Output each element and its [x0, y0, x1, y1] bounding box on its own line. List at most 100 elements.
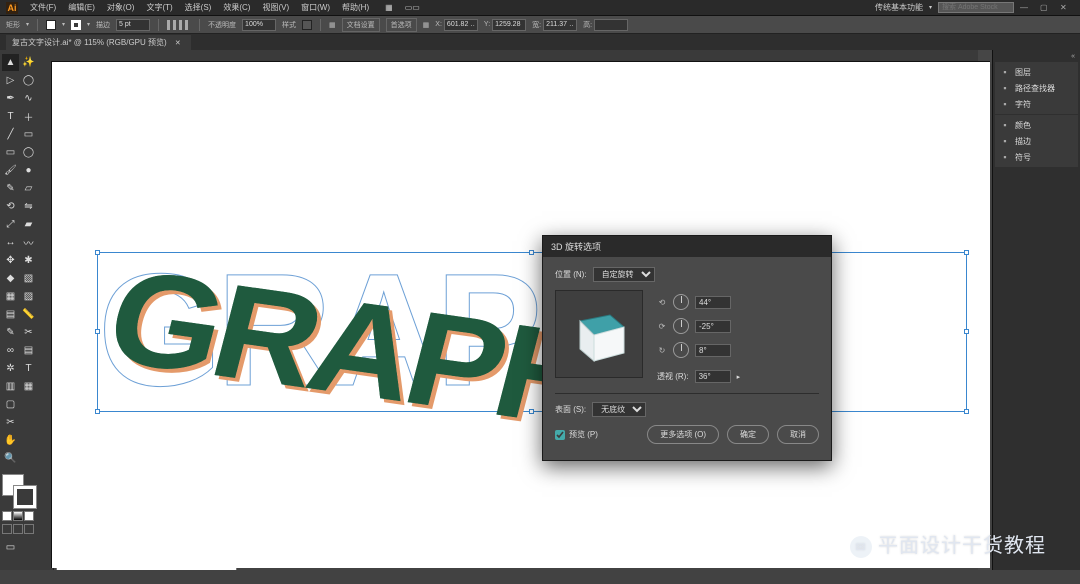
x-axis-dial[interactable]	[673, 294, 689, 310]
draw-normal-icon[interactable]	[2, 524, 12, 534]
preferences-button[interactable]: 首选项	[386, 18, 417, 32]
transform-ref-icon[interactable]: ▦	[423, 21, 430, 29]
collapse-dock-icon[interactable]: «	[995, 52, 1078, 61]
tool-rotate[interactable]: ⟲	[2, 198, 19, 215]
preview-checkbox[interactable]: 预览 (P)	[555, 429, 598, 440]
menu-edit[interactable]: 编辑(E)	[68, 2, 95, 13]
tool-add-anchor[interactable]: ＋	[20, 108, 37, 125]
tool-magic-wand[interactable]: ✨	[20, 54, 37, 71]
stepper-icon[interactable]: ▸	[737, 373, 741, 381]
menu-effect[interactable]: 效果(C)	[223, 2, 250, 13]
tool-perspective[interactable]: ▧	[20, 270, 37, 287]
stroke-weight-input[interactable]	[116, 19, 150, 31]
tool-warp[interactable]: 〰	[20, 234, 37, 251]
panel-char[interactable]: ▪字符	[997, 96, 1076, 112]
tool-width[interactable]: ↔	[2, 234, 19, 251]
menu-file[interactable]: 文件(F)	[30, 2, 56, 13]
menu-help[interactable]: 帮助(H)	[342, 2, 369, 13]
tool-free-transform[interactable]: ✥	[2, 252, 19, 269]
tool-symbol-sprayer[interactable]: ✲	[2, 360, 19, 377]
tool-mesh[interactable]: ▦	[2, 288, 19, 305]
tool-measure[interactable]: 📏	[20, 306, 37, 323]
tool-rectangle[interactable]: ▭	[2, 144, 19, 161]
opacity-input[interactable]	[242, 19, 276, 31]
chevron-down-icon[interactable]: ▾	[26, 21, 29, 28]
tool-type[interactable]: T	[2, 108, 19, 125]
stroke-color-swatch[interactable]	[14, 486, 36, 508]
menu-type[interactable]: 文字(T)	[146, 2, 172, 13]
tool-blob-brush[interactable]: ●	[20, 162, 37, 179]
h-input[interactable]	[594, 19, 628, 31]
menu-bridge-icon[interactable]: ▦	[385, 3, 393, 12]
panel-color[interactable]: ▪颜色	[997, 117, 1076, 133]
tool-hand[interactable]: ✋	[2, 432, 19, 449]
tool-eraser[interactable]: ▱	[20, 180, 37, 197]
tool-pencil[interactable]: ✎	[2, 180, 19, 197]
draw-behind-icon[interactable]	[13, 524, 23, 534]
panel-stroke[interactable]: ▪描边	[997, 133, 1076, 149]
align-icon[interactable]: ▦	[329, 21, 336, 29]
perspective-input[interactable]	[695, 370, 731, 383]
window-maximize-icon[interactable]: ▢	[1040, 3, 1054, 13]
menu-select[interactable]: 选择(S)	[185, 2, 212, 13]
position-select[interactable]: 自定旋转	[593, 267, 655, 282]
tool-print-tiling[interactable]: ▦	[20, 378, 37, 395]
window-minimize-icon[interactable]: —	[1020, 3, 1034, 13]
tool-puppet[interactable]: ✱	[20, 252, 37, 269]
color-fill-mode[interactable]	[2, 511, 12, 521]
search-input[interactable]	[938, 2, 1014, 13]
tool-artboard[interactable]: ▢	[2, 396, 19, 413]
stroke-profile[interactable]	[167, 20, 191, 30]
w-input[interactable]	[543, 19, 577, 31]
tool-live-paint[interactable]: ▨	[20, 288, 37, 305]
dialog-title-bar[interactable]: 3D 旋转选项	[543, 236, 831, 257]
more-options-button[interactable]: 更多选项 (O)	[647, 425, 719, 444]
workspace-switcher[interactable]: 传统基本功能	[875, 2, 923, 13]
panel-symbol[interactable]: ▪符号	[997, 149, 1076, 165]
tool-area-type[interactable]: ▤	[20, 342, 37, 359]
tool-touch-type[interactable]: T	[20, 360, 37, 377]
none-fill-mode[interactable]	[24, 511, 34, 521]
tool-scale[interactable]: ⤢	[2, 216, 19, 233]
menu-window[interactable]: 窗口(W)	[301, 2, 330, 13]
panel-path[interactable]: ▪路径查找器	[997, 80, 1076, 96]
tool-slice[interactable]: ✂	[2, 414, 19, 431]
tool-shear[interactable]: ▰	[20, 216, 37, 233]
ok-button[interactable]: 确定	[727, 425, 769, 444]
window-close-icon[interactable]: ✕	[1060, 3, 1074, 13]
menu-arrange-icon[interactable]: ▭▭	[405, 3, 420, 12]
z-axis-input[interactable]	[695, 344, 731, 357]
screen-mode-button[interactable]: ▭	[2, 539, 19, 556]
y-axis-input[interactable]	[695, 320, 731, 333]
tool-selection[interactable]: ▲	[2, 54, 19, 71]
tool-line[interactable]: ╱	[2, 126, 19, 143]
cancel-button[interactable]: 取消	[777, 425, 819, 444]
tool-blend[interactable]: ∞	[2, 342, 19, 359]
tool-paintbrush[interactable]: 🖌	[2, 162, 19, 179]
y-input[interactable]	[492, 19, 526, 31]
tool-direct-selection[interactable]: ▷	[2, 72, 19, 89]
stroke-swatch[interactable]	[71, 20, 81, 30]
tool-ellipse[interactable]: ◯	[20, 144, 37, 161]
fill-swatch[interactable]	[46, 20, 56, 30]
menu-view[interactable]: 视图(V)	[262, 2, 289, 13]
tool-eyedropper[interactable]: ✎	[2, 324, 19, 341]
chevron-down-icon[interactable]: ▾	[929, 4, 932, 11]
draw-inside-icon[interactable]	[24, 524, 34, 534]
graphic-style-swatch[interactable]	[302, 20, 312, 30]
document-tab[interactable]: 复古文字设计.ai* @ 115% (RGB/GPU 预览) ✕	[6, 35, 191, 50]
cube-track[interactable]	[555, 290, 643, 378]
tool-shape-builder[interactable]: ◆	[2, 270, 19, 287]
doc-setup-button[interactable]: 文档设置	[342, 18, 380, 32]
chevron-down-icon[interactable]: ▾	[87, 21, 90, 28]
surface-select[interactable]: 无底纹	[592, 402, 646, 417]
menu-object[interactable]: 对象(O)	[107, 2, 135, 13]
y-axis-dial[interactable]	[673, 318, 689, 334]
tool-pen[interactable]: ✒	[2, 90, 19, 107]
tool-rectangle-alt[interactable]: ▭	[20, 126, 37, 143]
x-axis-input[interactable]	[695, 296, 731, 309]
chevron-down-icon[interactable]: ▾	[62, 21, 65, 28]
close-tab-icon[interactable]: ✕	[175, 40, 181, 47]
z-axis-dial[interactable]	[673, 342, 689, 358]
tool-column-graph[interactable]: ▥	[2, 378, 19, 395]
